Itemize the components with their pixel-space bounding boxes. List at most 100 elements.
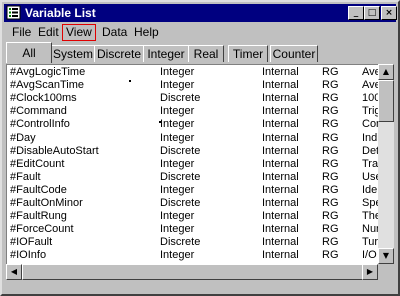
tab-system[interactable]: System [51, 45, 95, 62]
variable-name: #Clock100ms [10, 92, 77, 105]
scroll-corner [378, 264, 394, 280]
window-title: Variable List [25, 6, 96, 20]
variable-name: #IOFault [10, 236, 53, 249]
tab-integer[interactable]: Integer [143, 45, 189, 62]
variable-row[interactable]: #Clock100ms Discrete Internal RG 100 [7, 92, 379, 105]
variable-row[interactable]: #AvgScanTime Integer Internal RG Ave [7, 79, 379, 92]
variable-row[interactable]: #ForceCount Integer Internal RG Nur [7, 223, 379, 236]
variable-rg: RG [322, 157, 339, 170]
variable-scope: Internal [262, 157, 299, 170]
tab-counter[interactable]: Counter [270, 45, 318, 62]
variable-rg: RG [322, 105, 339, 118]
horizontal-scroll-thumb[interactable] [22, 264, 364, 280]
variable-row[interactable]: #ControlInfo Integer Internal RG Con [7, 118, 379, 131]
variable-scope: Internal [262, 144, 299, 157]
variable-list-window: Variable List _ □ × File Edit View Data … [0, 0, 400, 296]
scroll-up-icon[interactable]: ▲ [378, 64, 394, 80]
variable-scope: Internal [262, 223, 299, 236]
variable-rg: RG [322, 118, 339, 131]
variable-row[interactable]: #EditCount Integer Internal RG Trac [7, 158, 379, 171]
variable-row[interactable]: #AvgLogicTime Integer Internal RG Ave [7, 66, 379, 79]
variable-type: Integer [160, 131, 195, 144]
variable-type: Discrete [160, 170, 201, 183]
variable-type: Discrete [160, 197, 201, 209]
variable-type: Discrete [160, 236, 201, 249]
menu-view[interactable]: View [62, 24, 96, 41]
variable-scope: Internal [262, 183, 299, 196]
variable-rg: RG [322, 79, 339, 92]
scroll-down-icon[interactable]: ▼ [378, 248, 394, 264]
variable-description: Ave [362, 79, 379, 92]
menu-help[interactable]: Help [130, 24, 163, 41]
variable-name: #ControlInfo [10, 118, 70, 131]
variable-name: #FaultRung [10, 210, 67, 223]
variable-list-panel: #AvgLogicTime Integer Internal RG Ave #AvgSca… [6, 64, 379, 265]
menu-edit[interactable]: Edit [34, 24, 63, 41]
variable-name: #AvgScanTime [10, 79, 84, 92]
variable-name: #Fault [10, 170, 41, 183]
vertical-scroll-thumb[interactable] [378, 80, 394, 122]
variable-description: Use [362, 170, 379, 183]
variable-rg: RG [322, 197, 339, 209]
variable-description: The [362, 210, 379, 223]
variable-row[interactable]: #IOInfo Integer Internal RG I/O [7, 249, 379, 262]
menu-bar: File Edit View Data Help [4, 23, 396, 41]
variable-scope: Internal [262, 66, 299, 78]
tab-timer[interactable]: Timer [228, 45, 268, 62]
tab-all[interactable]: All [6, 42, 52, 63]
variable-row[interactable]: #Fault Discrete Internal RG Use [7, 171, 379, 184]
variable-scope: Internal [262, 79, 299, 92]
pixel-artifact [129, 80, 131, 82]
tab-real[interactable]: Real [188, 45, 224, 62]
variable-name: #AvgLogicTime [10, 66, 86, 78]
variable-rg: RG [322, 223, 339, 236]
menu-data[interactable]: Data [98, 24, 131, 41]
title-bar[interactable]: Variable List _ □ × [4, 4, 397, 22]
variable-rg: RG [322, 210, 339, 223]
variable-rg: RG [322, 249, 339, 262]
maximize-button[interactable]: □ [364, 6, 380, 20]
variable-description: Ider [362, 183, 379, 196]
variable-row[interactable]: #Command Integer Internal RG Trig [7, 105, 379, 118]
variable-scope: Internal [262, 197, 299, 209]
menu-file[interactable]: File [8, 24, 35, 41]
variable-description: Turr [362, 236, 379, 249]
variable-row[interactable]: #DisableAutoStart Discrete Internal RG Det [7, 145, 379, 158]
variable-row[interactable]: #FaultRung Integer Internal RG The [7, 210, 379, 223]
variable-name: #IOInfo [10, 249, 47, 262]
variable-description: Con [362, 118, 379, 131]
variable-type: Integer [160, 210, 195, 223]
variable-description: Det [362, 144, 379, 157]
variable-scope: Internal [262, 105, 299, 118]
variable-rg: RG [322, 236, 339, 249]
scroll-left-icon[interactable]: ◀ [6, 264, 22, 280]
variable-description: Trac [362, 157, 379, 170]
variable-description: Trig [362, 105, 379, 118]
vertical-scrollbar[interactable]: ▲ ▼ [378, 64, 394, 264]
variable-row[interactable]: #FaultCode Integer Internal RG Ider [7, 184, 379, 197]
horizontal-scrollbar[interactable]: ◀ ▶ [6, 264, 378, 280]
variable-type: Integer [160, 105, 195, 118]
variable-row[interactable]: #IOFault Discrete Internal RG Turr [7, 236, 379, 249]
scroll-right-icon[interactable]: ▶ [362, 264, 378, 280]
variable-type: Discrete [160, 144, 201, 157]
variable-name: #Day [10, 131, 36, 144]
variable-type: Integer [160, 157, 195, 170]
variable-row[interactable]: #Day Integer Internal RG Indi [7, 132, 379, 145]
variable-list[interactable]: #AvgLogicTime Integer Internal RG Ave #AvgSca… [7, 65, 379, 265]
variable-scope: Internal [262, 236, 299, 249]
close-button[interactable]: × [381, 6, 397, 20]
variable-description: Spe [362, 197, 379, 209]
minimize-button[interactable]: _ [348, 6, 364, 20]
variable-rg: RG [322, 131, 339, 144]
variable-rg: RG [322, 66, 339, 78]
tab-discrete[interactable]: Discrete [94, 45, 144, 62]
variable-row[interactable]: #FaultOnMinor Discrete Internal RG Spe [7, 197, 379, 210]
variable-name: #FaultOnMinor [10, 197, 83, 209]
variable-scope: Internal [262, 249, 299, 262]
variable-scope: Internal [262, 170, 299, 183]
variable-type: Integer [160, 118, 195, 131]
variable-name: #FaultCode [10, 183, 67, 196]
variable-description: Indi [362, 131, 379, 144]
variable-description: 100 [362, 92, 379, 105]
